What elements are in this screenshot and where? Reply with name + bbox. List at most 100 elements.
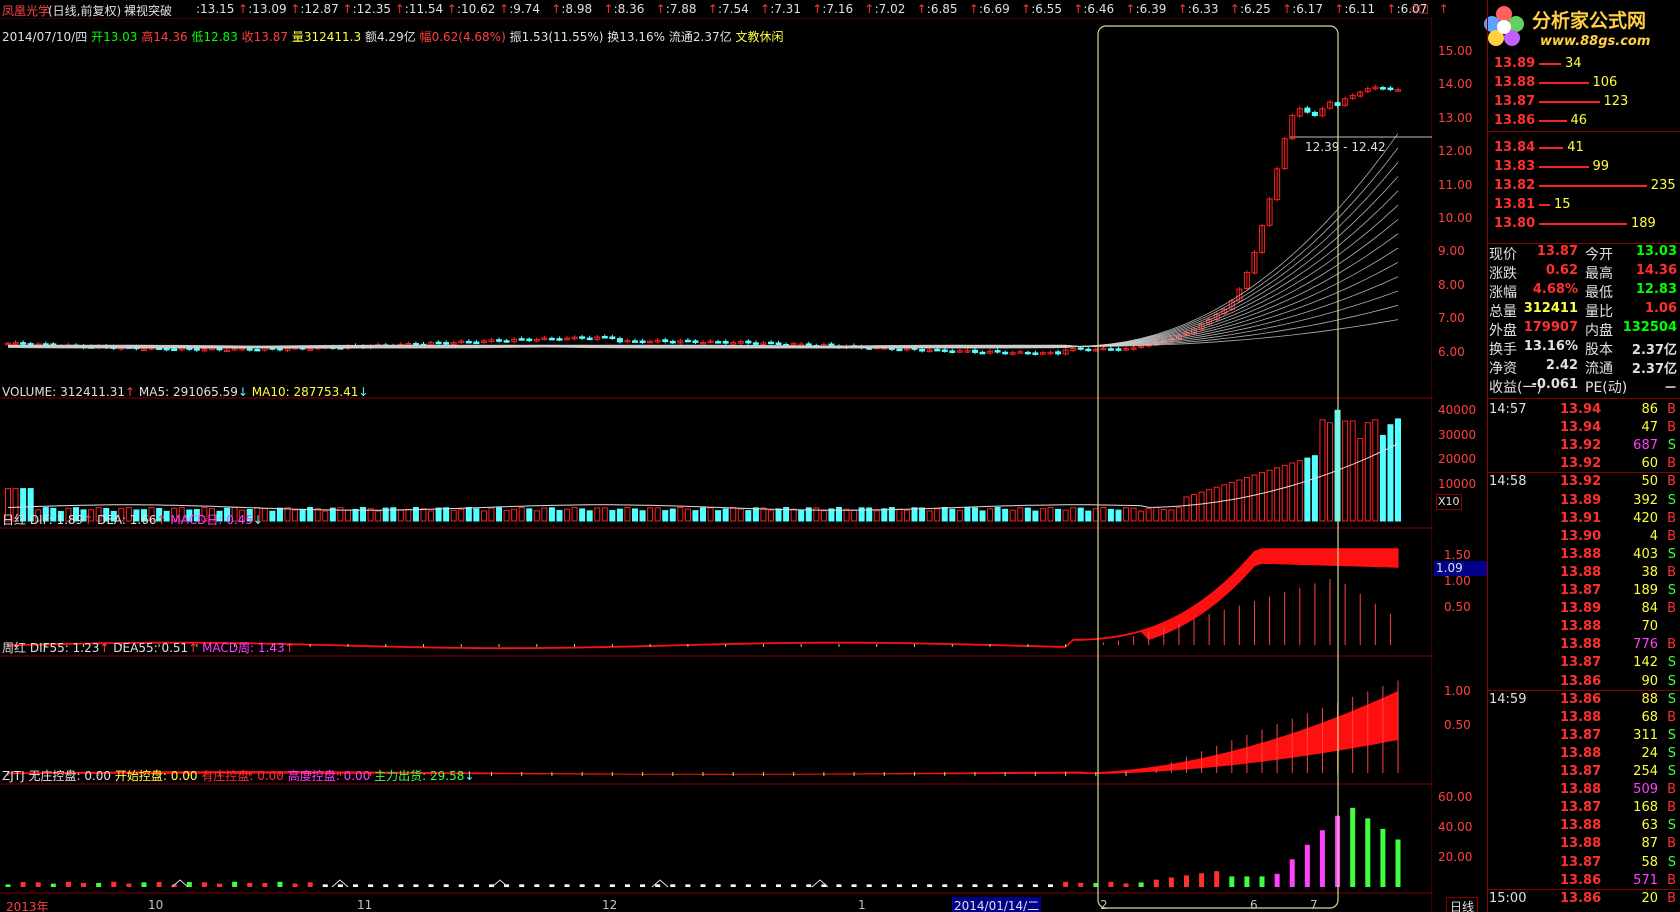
tick-row: 13.92 60 B	[1487, 455, 1680, 473]
zjtj-bar	[942, 884, 948, 887]
tick-volume: 90	[1641, 673, 1658, 689]
volume-bar	[1198, 491, 1205, 522]
zjtj-bar	[594, 884, 600, 887]
bid-row[interactable]: 13.81 15	[1487, 195, 1680, 214]
volume-bar	[1032, 510, 1039, 522]
tick-price: 13.88	[1560, 619, 1602, 635]
tick-volume: 24	[1641, 745, 1658, 761]
candle-body	[496, 339, 503, 342]
candle-body	[601, 335, 608, 339]
tick-side: B	[1667, 510, 1676, 526]
tick-side: S	[1667, 673, 1676, 689]
macd-day-dea: 1.66	[129, 513, 157, 527]
bid-row[interactable]: 13.83 99	[1487, 157, 1680, 176]
volume-bar	[1304, 457, 1311, 522]
volume-bar	[662, 510, 669, 522]
zjtj-bar	[1153, 879, 1159, 887]
x-month-12: 12	[602, 898, 618, 912]
tick-volume: 392	[1633, 492, 1658, 508]
candle-body	[745, 340, 752, 344]
ma-ribbon-line	[7, 290, 1399, 349]
candle-body	[715, 341, 722, 344]
tick-side: B	[1667, 709, 1676, 725]
tick-row: 13.87 311 S	[1487, 727, 1680, 745]
volume-bar	[790, 508, 797, 522]
zjtj-bar	[1214, 871, 1220, 887]
zjtj-bar	[912, 884, 918, 887]
ask-row[interactable]: 13.88 106	[1487, 73, 1680, 92]
zjtj-bar	[398, 884, 404, 887]
tick-row: 13.87 168 B	[1487, 799, 1680, 817]
zjtj-bar	[262, 882, 268, 887]
bid-row[interactable]: 13.84 41	[1487, 138, 1680, 157]
candle-body	[254, 348, 261, 352]
ma-ribbon-line	[7, 147, 1399, 349]
ask-row[interactable]: 13.87 123	[1487, 92, 1680, 111]
ask-row[interactable]: 13.89 34	[1487, 54, 1680, 73]
tick-side: B	[1667, 420, 1676, 436]
price-axis-label: 6.00	[1438, 344, 1465, 359]
ma-ribbon-line	[7, 161, 1399, 349]
stat-value: 12.83	[1635, 282, 1677, 297]
ask-row[interactable]: 13.86 46	[1487, 111, 1680, 130]
volume-bar	[949, 508, 956, 522]
tick-row: 13.87 189 S	[1487, 582, 1680, 600]
volume-bar	[1379, 434, 1386, 522]
bid-volume: 41	[1567, 140, 1584, 155]
bid-row[interactable]: 13.82 235	[1487, 176, 1680, 195]
stat-value: 179907	[1523, 320, 1578, 335]
tick-volume: 63	[1641, 818, 1658, 834]
zjtj-bar	[1138, 882, 1144, 887]
candle-body	[934, 348, 941, 352]
candle-body	[1379, 87, 1386, 90]
candle-body	[526, 338, 533, 342]
zjtj-bar	[96, 882, 102, 887]
volume-bar	[299, 508, 306, 522]
stat-value: 13.03	[1635, 244, 1677, 259]
tick-row: 13.86 90 S	[1487, 673, 1680, 691]
macd-week-name[interactable]: 周红	[2, 641, 26, 655]
candle-body	[616, 338, 623, 343]
ask-price: 13.88	[1494, 75, 1536, 90]
stat-label: 量比	[1585, 304, 1613, 320]
zjtj-bar	[1380, 828, 1386, 887]
tick-volume: 168	[1633, 800, 1658, 816]
period-selector[interactable]: 日线	[1446, 897, 1479, 912]
volume-bar	[873, 510, 880, 522]
tick-price: 13.94	[1560, 420, 1602, 436]
macd-day-name[interactable]: 日红	[2, 513, 26, 527]
tick-row: 13.94 47 B	[1487, 419, 1680, 437]
tick-volume: 47	[1641, 420, 1658, 436]
zjtj-bar	[1259, 876, 1265, 887]
price-axis-label: 12.00	[1438, 144, 1473, 159]
bid-row[interactable]: 13.80 189	[1487, 214, 1680, 233]
volume-bar	[1062, 509, 1069, 522]
candle-body	[1387, 87, 1394, 91]
zjtj-bar	[65, 881, 71, 887]
price-axis-label: 7.00	[1438, 311, 1465, 326]
volume-bar	[511, 508, 518, 522]
zjtj-header: ZJTJ 无庄控盘: 0.00 开始控盘: 0.00 有庄控盘: 0.00 高度…	[2, 769, 475, 783]
stat-label: 最低	[1585, 285, 1613, 301]
tick-side: S	[1667, 854, 1676, 870]
tick-price: 13.94	[1560, 402, 1602, 417]
volume-bar	[700, 507, 706, 522]
volume-bar	[314, 508, 321, 522]
bid-volume-bar	[1539, 204, 1550, 206]
tick-side: B	[1667, 456, 1676, 472]
volume-bar	[541, 507, 548, 522]
volume-bar	[745, 510, 752, 522]
zjtj-bar	[1063, 881, 1069, 887]
tick-price: 13.90	[1560, 528, 1602, 544]
zjtj-bar	[1244, 876, 1250, 887]
volume-bar	[503, 509, 510, 522]
candle-body	[919, 348, 926, 352]
tick-price: 13.88	[1560, 564, 1602, 580]
tick-side: S	[1667, 764, 1676, 779]
zjtj-bar	[534, 884, 540, 887]
zjtj-name[interactable]: ZJTJ	[2, 769, 25, 783]
volume-bar	[1168, 509, 1175, 522]
volume-bar	[284, 507, 291, 522]
tick-price: 13.86	[1560, 890, 1602, 906]
volume-bar	[1138, 510, 1145, 522]
